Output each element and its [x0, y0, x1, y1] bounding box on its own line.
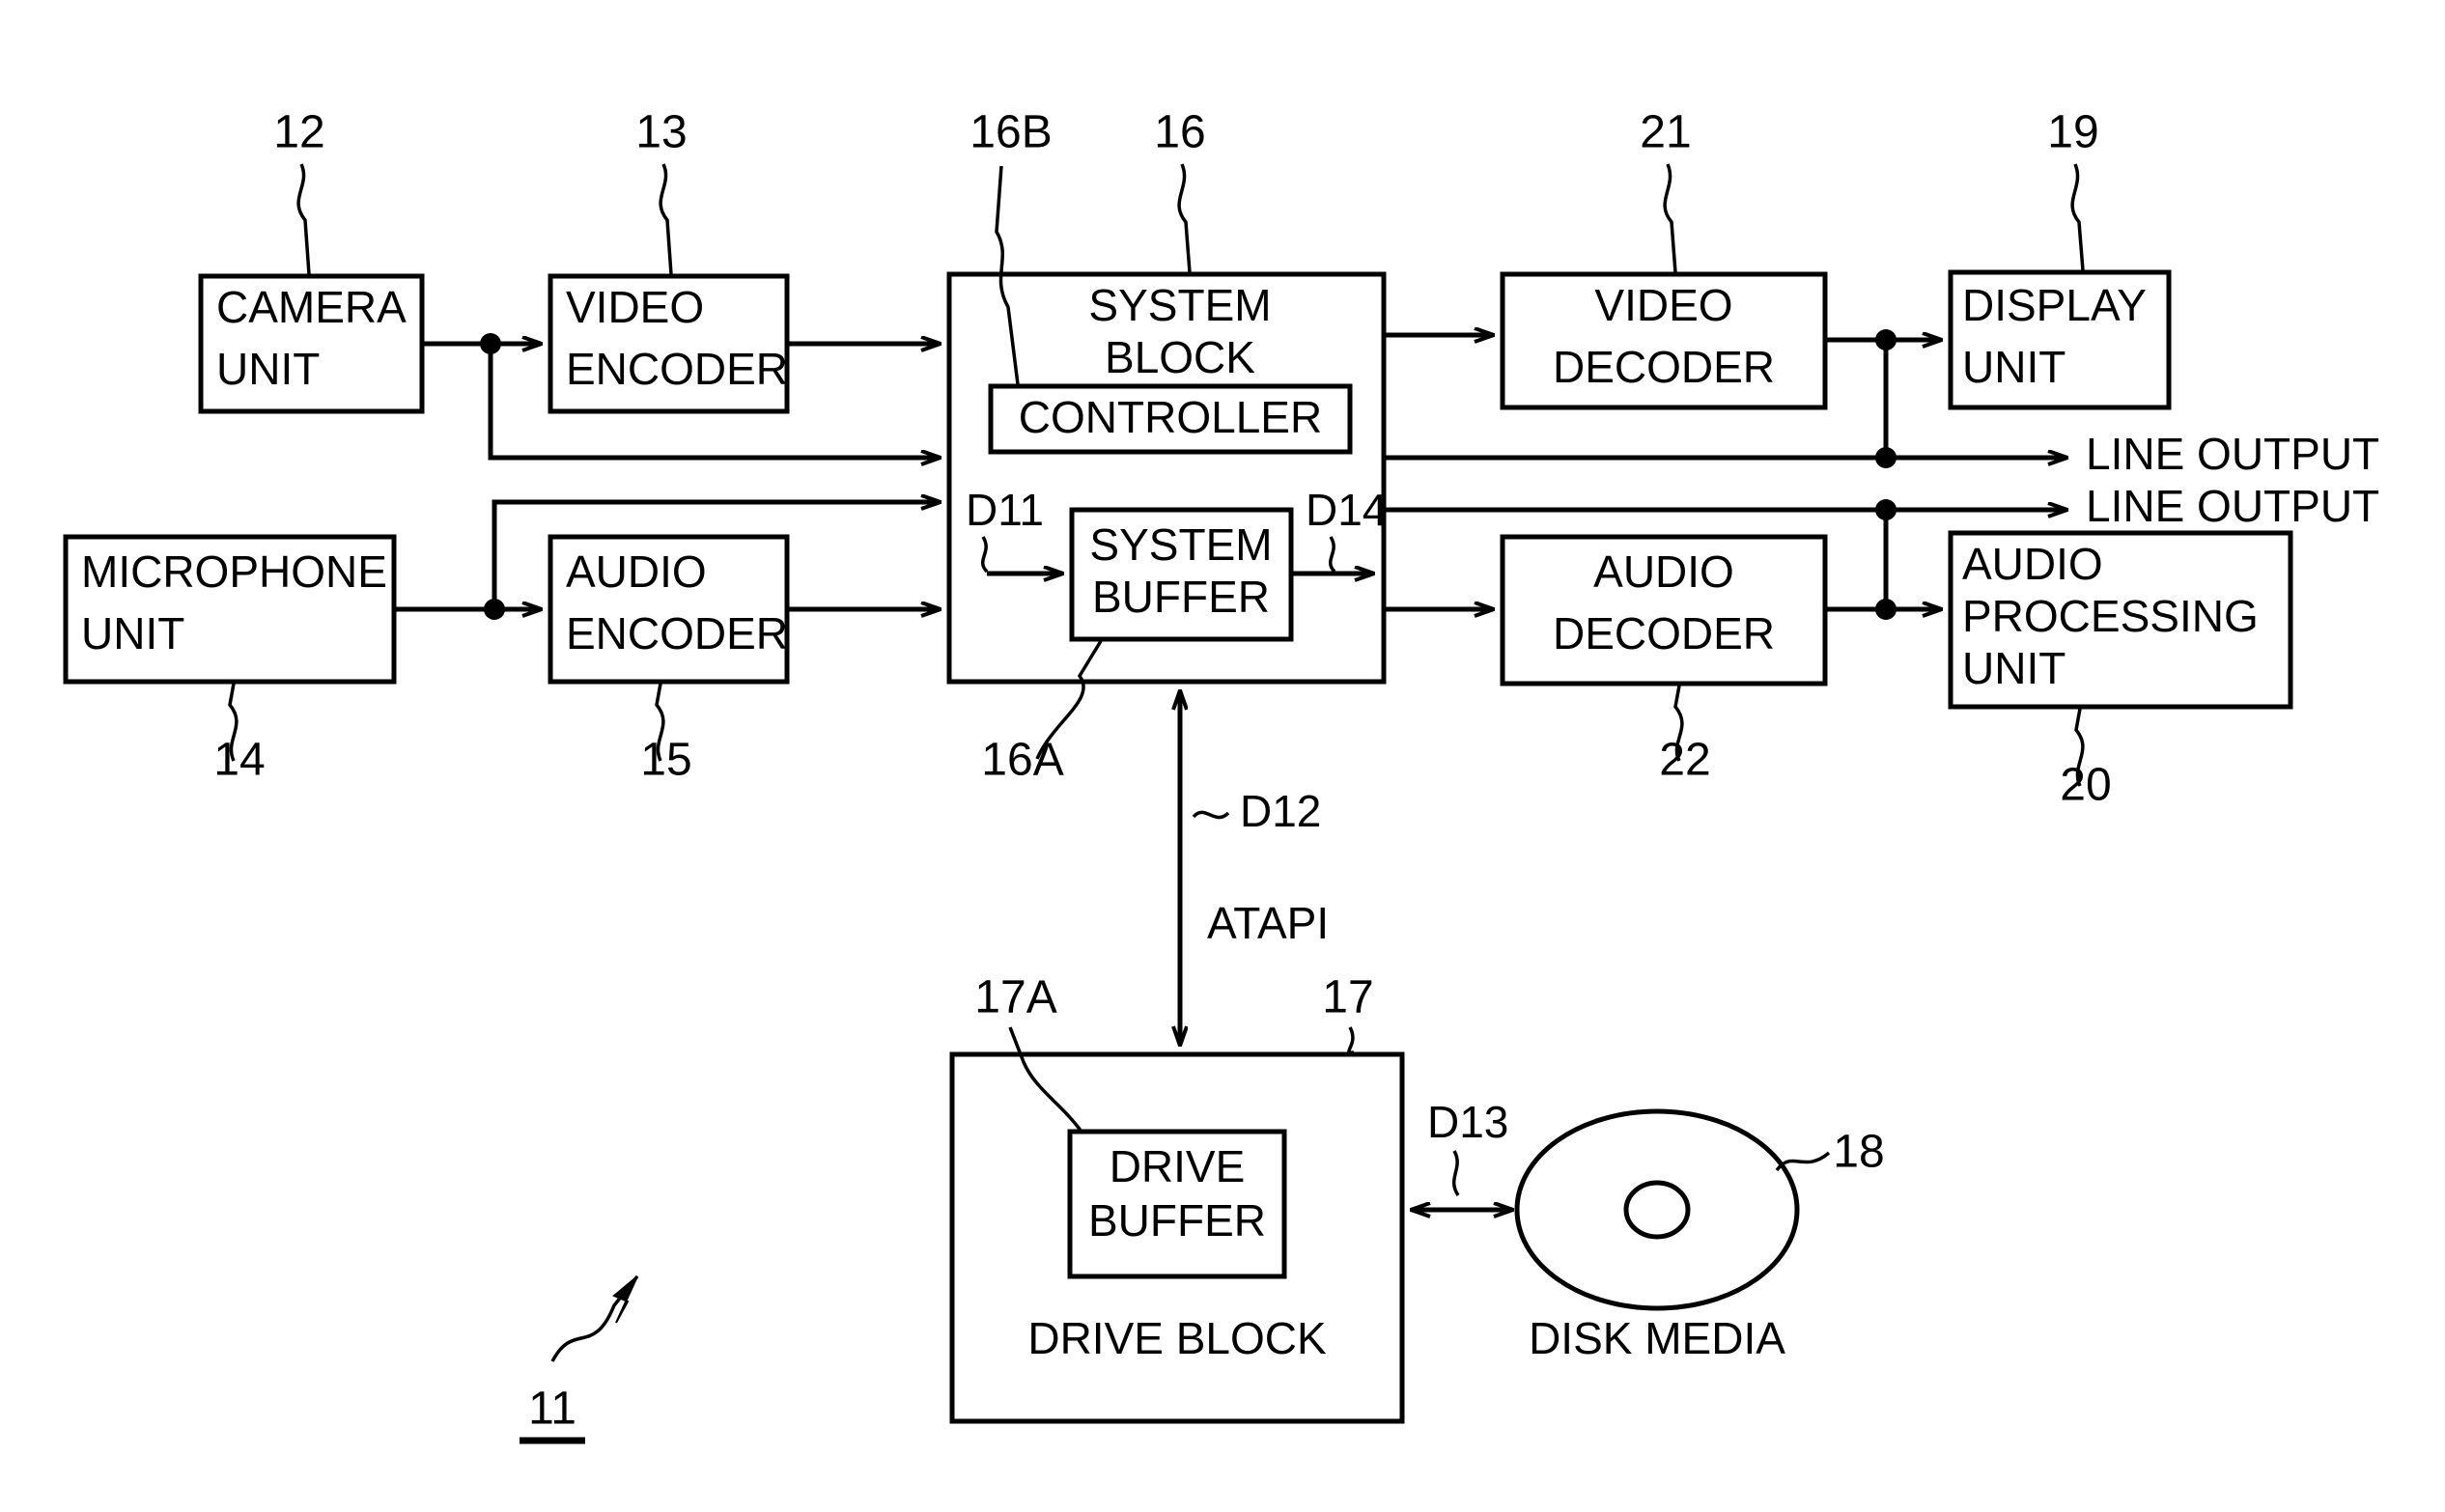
block-display-unit[interactable]: DISPLAY UNIT — [1948, 269, 2172, 410]
block-audio-decoder[interactable]: AUDIO DECODER — [1500, 534, 1828, 686]
ref-17: 17 — [1322, 972, 1374, 1054]
block-drive-buffer[interactable]: DRIVE BUFFER — [1067, 1129, 1287, 1279]
ref-label-13: 13 — [635, 107, 687, 158]
block-camera-unit[interactable]: CAMERA UNIT — [198, 273, 425, 414]
camera-unit-label-line2: UNIT — [216, 344, 320, 394]
signal-atapi: ATAPI — [1207, 898, 1329, 948]
ref-label-16: 16 — [1154, 107, 1205, 158]
ref-label-15: 15 — [640, 735, 691, 786]
video-decoder-label-line1: VIDEO — [1594, 280, 1732, 330]
block-audio-processing-unit[interactable]: AUDIO PROCESSING UNIT — [1948, 530, 2293, 710]
ref-label-18: 18 — [1833, 1127, 1884, 1178]
block-disk-media[interactable]: DISK MEDIA — [1514, 1108, 1800, 1363]
ref-label-14: 14 — [213, 735, 265, 786]
video-decoder-label-line2: DECODER — [1553, 342, 1775, 392]
signal-label-atapi: ATAPI — [1207, 898, 1329, 948]
block-microphone-unit[interactable]: MICROPHONE UNIT — [63, 534, 397, 685]
signal-d13: D13 — [1427, 1097, 1508, 1196]
audio-processing-unit-label-line3: UNIT — [1962, 643, 2066, 693]
ref-label-19: 19 — [2047, 107, 2098, 158]
audio-decoder-label-line1: AUDIO — [1593, 546, 1734, 597]
junction-dot-audio-decoder — [1875, 599, 1897, 620]
ref-14: 14 — [213, 683, 266, 786]
ref-16: 16 — [1154, 107, 1206, 273]
block-audio-encoder[interactable]: AUDIO ENCODER — [548, 534, 790, 685]
signal-d12: D12 — [1192, 786, 1321, 836]
system-buffer-label-line2: BUFFER — [1092, 572, 1270, 622]
ref-21: 21 — [1640, 107, 1692, 273]
line-output-label-2: LINE OUTPUT — [2086, 481, 2379, 531]
microphone-unit-label-line2: UNIT — [81, 608, 184, 658]
audio-encoder-label-line2: ENCODER — [566, 608, 788, 658]
signal-label-d14: D14 — [1306, 485, 1387, 535]
camera-unit-label-line1: CAMERA — [216, 282, 407, 332]
ref-22: 22 — [1659, 685, 1711, 786]
ref-15: 15 — [640, 683, 692, 786]
ref-20: 20 — [2060, 708, 2112, 811]
signal-label-d12: D12 — [1240, 786, 1321, 836]
audio-processing-unit-label-line2: PROCESSING — [1962, 591, 2259, 641]
line-output-label-1: LINE OUTPUT — [2086, 429, 2379, 479]
signal-label-d13: D13 — [1427, 1097, 1508, 1147]
audio-processing-unit-label-line1: AUDIO — [1962, 539, 2103, 589]
display-unit-label-line1: DISPLAY — [1962, 280, 2147, 330]
display-unit-label-line2: UNIT — [1962, 342, 2066, 392]
drive-buffer-label-line2: BUFFER — [1088, 1195, 1266, 1246]
disk-media-label: DISK MEDIA — [1529, 1313, 1785, 1363]
signal-label-d11: D11 — [966, 485, 1044, 535]
block-video-encoder[interactable]: VIDEO ENCODER — [548, 273, 790, 414]
audio-decoder-label-line2: DECODER — [1553, 608, 1775, 658]
ref-18: 18 — [1775, 1127, 1885, 1178]
ref-label-17A: 17A — [974, 972, 1056, 1023]
block-system-buffer[interactable]: SYSTEM BUFFER — [1069, 507, 1294, 642]
ref-label-22: 22 — [1659, 735, 1710, 786]
block-controller[interactable]: CONTROLLER — [988, 383, 1353, 455]
drive-block-label: DRIVE BLOCK — [1027, 1313, 1327, 1363]
video-encoder-label-line1: VIDEO — [566, 282, 704, 332]
system-buffer-label-line1: SYSTEM — [1089, 519, 1272, 570]
ref-label-20: 20 — [2060, 760, 2111, 811]
ref-13: 13 — [635, 107, 688, 275]
ref-label-12: 12 — [273, 107, 324, 158]
system-block-label-line1: SYSTEM — [1088, 280, 1271, 330]
figure-reference-11: 11 — [520, 1274, 639, 1444]
system-block-label-line2: BLOCK — [1105, 332, 1255, 382]
drive-buffer-label-line1: DRIVE — [1110, 1141, 1246, 1191]
ref-19: 19 — [2047, 107, 2099, 271]
microphone-unit-label-line1: MICROPHONE — [81, 546, 387, 597]
diagram-canvas: CAMERA UNIT 12 VIDEO ENCODER 13 MICROPHO… — [0, 0, 2445, 1512]
video-encoder-label-line2: ENCODER — [566, 344, 788, 394]
ref-label-16B: 16B — [970, 107, 1052, 158]
audio-encoder-label-line1: AUDIO — [566, 546, 707, 597]
controller-label: CONTROLLER — [1019, 392, 1322, 442]
ref-label-16A: 16A — [981, 735, 1063, 786]
ref-label-21: 21 — [1640, 107, 1691, 158]
ref-label-17: 17 — [1322, 972, 1373, 1023]
figure-label-11: 11 — [528, 1384, 576, 1435]
block-video-decoder[interactable]: VIDEO DECODER — [1500, 271, 1828, 410]
ref-12: 12 — [273, 107, 325, 275]
